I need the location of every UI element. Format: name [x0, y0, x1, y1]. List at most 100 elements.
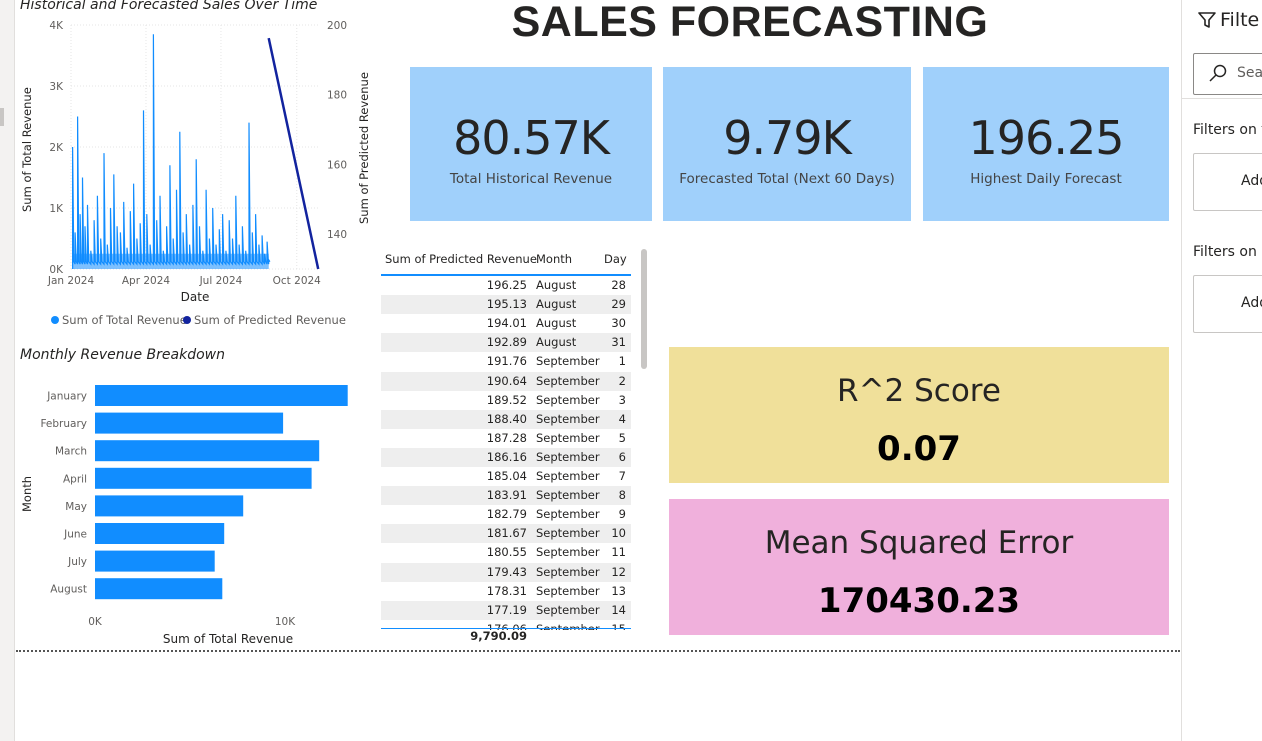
predicted-revenue-series: [267, 37, 320, 270]
historical-revenue-baseline: [72, 253, 269, 269]
x-tick-label: 10K: [275, 616, 296, 628]
table-row[interactable]: 179.43 September 12: [381, 562, 631, 582]
y2-tick-label: 180: [327, 90, 347, 102]
cell-day: 3: [618, 392, 626, 407]
line-chart-x-axis-label: Date: [181, 290, 210, 304]
table-row[interactable]: 191.76 September 1: [381, 352, 631, 371]
cell-predicted-revenue: 182.79: [486, 507, 527, 522]
legend-dot-total-revenue: [51, 316, 59, 324]
legend-label-total-revenue: Sum of Total Revenue: [62, 313, 187, 327]
bar-june: [95, 523, 225, 544]
table-row[interactable]: 196.25 August 28: [381, 276, 631, 295]
cell-month: August: [536, 278, 577, 292]
predicted-revenue-line: [267, 37, 320, 270]
table-row[interactable]: 183.91 September 8: [381, 486, 631, 506]
table-row[interactable]: 185.04 September 7: [381, 467, 631, 486]
cell-day: 14: [611, 602, 626, 617]
cell-predicted-revenue: 177.19: [486, 602, 527, 617]
table-row[interactable]: 195.13 August 29: [381, 295, 631, 315]
cell-predicted-revenue: 191.76: [486, 354, 527, 369]
table-row[interactable]: 180.55 September 11: [381, 543, 631, 562]
y-tick-label: 3K: [49, 81, 64, 93]
cell-day: 12: [611, 564, 626, 579]
cell-predicted-revenue: 183.91: [486, 488, 527, 503]
y-tick-label: 2K: [49, 142, 64, 154]
column-header-day[interactable]: Day: [604, 252, 627, 266]
cell-day: 7: [618, 469, 626, 483]
bar-chart[interactable]: January February March April May June July Augu…: [16, 370, 376, 650]
kpi-value: 9.79K: [723, 111, 852, 165]
category-label: March: [55, 446, 87, 458]
table-row[interactable]: 186.16 September 6: [381, 447, 631, 467]
category-label: April: [63, 473, 87, 485]
filter-search-input[interactable]: Sea: [1193, 53, 1262, 95]
cell-predicted-revenue: 185.04: [486, 469, 527, 483]
rail-marker: [0, 108, 4, 126]
cell-day: 30: [611, 316, 626, 331]
cell-day: 1: [618, 354, 626, 369]
x-tick-label: Oct 2024: [273, 275, 322, 287]
table-row[interactable]: 188.40 September 4: [381, 409, 631, 429]
column-header-month[interactable]: Month: [536, 252, 572, 266]
x-tick-label: Jul 2024: [199, 275, 243, 287]
table-row[interactable]: 178.31 September 13: [381, 582, 631, 601]
table-row[interactable]: 181.67 September 10: [381, 524, 631, 544]
kpi-card-total-historical[interactable]: 80.57K Total Historical Revenue: [410, 67, 652, 221]
filter-pane-divider: [1182, 98, 1262, 99]
line-chart[interactable]: 0K1K2K3K4K140160180200Jan 2024 Apr 2024 Ju…: [16, 12, 376, 332]
x-tick-label: Apr 2024: [122, 275, 171, 287]
table-total-value: 9,790.09: [470, 629, 527, 643]
category-label: January: [46, 391, 87, 403]
kpi-card-highest-daily[interactable]: 196.25 Highest Daily Forecast: [923, 67, 1169, 221]
bar-february: [95, 412, 284, 434]
search-icon: [1209, 64, 1227, 82]
category-label: July: [67, 556, 87, 568]
add-data-fields-all-pages[interactable]: Add: [1193, 275, 1262, 333]
cell-day: 9: [618, 507, 626, 522]
cell-predicted-revenue: 179.43: [486, 564, 527, 579]
legend-dot-predicted-revenue: [183, 316, 191, 324]
filter-pane-title: Filte: [1220, 9, 1260, 31]
table-row[interactable]: 190.64 September 2: [381, 371, 631, 391]
predicted-revenue-table[interactable]: Sum of Predicted Revenue Month Day 196.2…: [381, 248, 631, 630]
kpi-card-forecasted-total[interactable]: 9.79K Forecasted Total (Next 60 Days): [663, 67, 911, 221]
table-row[interactable]: 194.01 August 30: [381, 314, 631, 333]
add-data-fields-visual[interactable]: Add: [1193, 153, 1262, 211]
cell-predicted-revenue: 187.28: [486, 430, 527, 445]
add-data-fields-label: Add: [1241, 173, 1262, 189]
cell-day: 6: [618, 449, 626, 464]
table-row[interactable]: 177.19 September 14: [381, 600, 631, 620]
cell-predicted-revenue: 188.40: [486, 411, 527, 426]
kpi-value: 196.25: [968, 111, 1125, 165]
category-label: May: [65, 501, 87, 513]
x-tick-label: 0K: [88, 616, 103, 628]
bar-may: [95, 495, 244, 517]
table-row[interactable]: 189.52 September 3: [381, 391, 631, 410]
cell-day: 4: [618, 411, 626, 426]
bar-april: [95, 467, 312, 489]
legend-label-predicted-revenue: Sum of Predicted Revenue: [194, 313, 346, 327]
mse-value: 170430.23: [817, 581, 1021, 621]
column-header-predicted-revenue[interactable]: Sum of Predicted Revenue: [385, 252, 537, 266]
historical-revenue-line: [72, 34, 271, 270]
y2-tick-label: 200: [327, 20, 347, 32]
kpi-label: Forecasted Total (Next 60 Days): [679, 171, 895, 187]
cell-day: 10: [611, 526, 626, 541]
line-chart-grid: [70, 24, 319, 270]
filters-on-all-pages-heading: Filters on a: [1193, 244, 1262, 260]
cell-predicted-revenue: 195.13: [486, 297, 527, 312]
bar-chart-title: Monthly Revenue Breakdown: [20, 347, 225, 363]
cell-day: 29: [611, 297, 626, 312]
category-label: August: [50, 584, 87, 596]
table-row[interactable]: 187.28 September 5: [381, 429, 631, 448]
cell-day: 11: [611, 545, 626, 560]
y2-tick-label: 140: [327, 229, 347, 241]
table-row[interactable]: 182.79 September 9: [381, 505, 631, 524]
table-scrollbar[interactable]: [641, 249, 647, 369]
cell-predicted-revenue: 186.16: [486, 449, 527, 464]
kpi-label: Highest Daily Forecast: [970, 171, 1122, 187]
mse-card[interactable]: Mean Squared Error 170430.23: [669, 499, 1169, 635]
table-row[interactable]: 192.89 August 31: [381, 333, 631, 353]
r2-score-card[interactable]: R^2 Score 0.07: [669, 347, 1169, 483]
filter-icon[interactable]: [1198, 11, 1216, 29]
